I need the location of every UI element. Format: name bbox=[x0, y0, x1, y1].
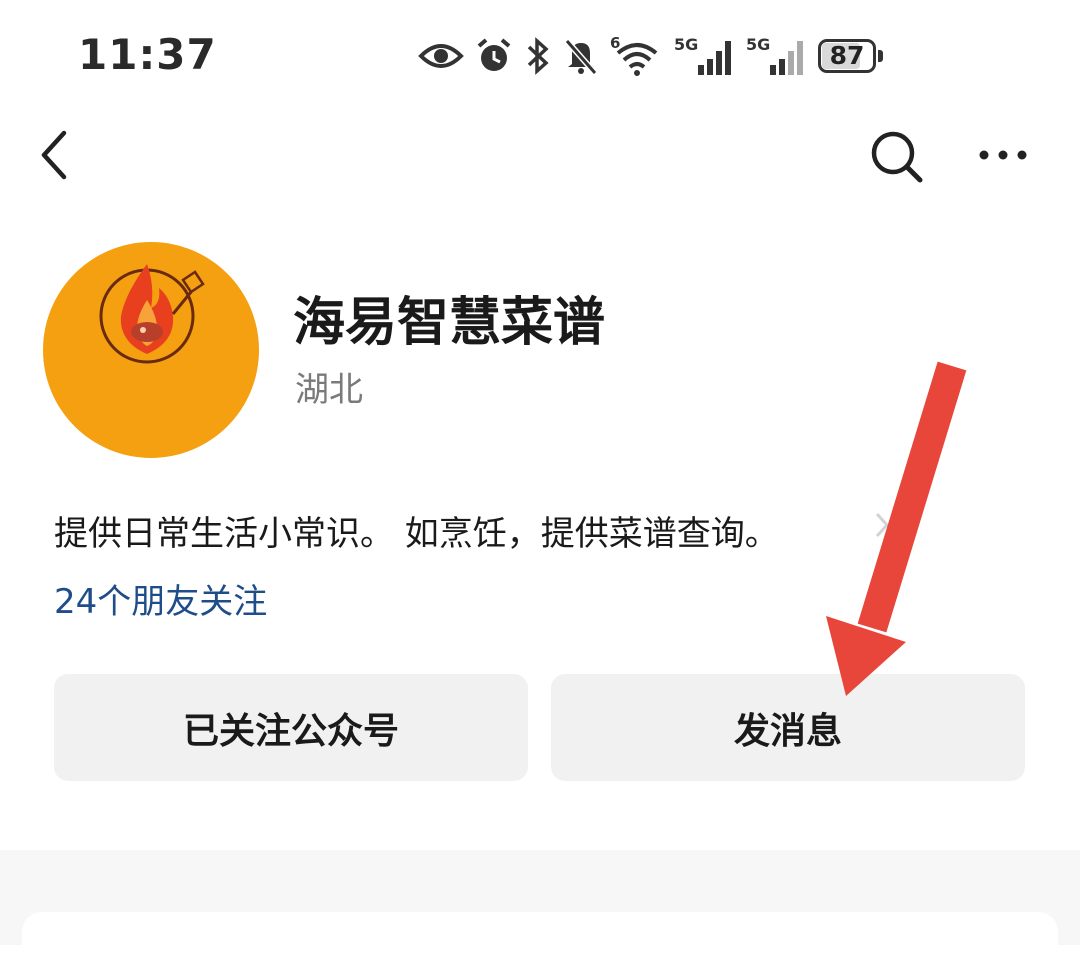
account-description[interactable]: 提供日常生活小常识。 如烹饪，提供菜谱查询。 bbox=[54, 506, 779, 555]
search-button[interactable] bbox=[862, 122, 932, 192]
alarm-icon bbox=[477, 38, 511, 71]
wifi-badge: 6 bbox=[610, 35, 620, 52]
more-dots-icon bbox=[979, 150, 1027, 160]
flame-logo-icon bbox=[99, 264, 205, 364]
network-label: 5G bbox=[674, 35, 698, 54]
signal-5g-icon: 5G bbox=[746, 35, 803, 75]
friends-following-link[interactable]: 24个朋友关注 bbox=[54, 574, 267, 623]
account-region: 湖北 bbox=[295, 370, 363, 410]
battery-indicator: 87 bbox=[818, 39, 884, 73]
chevron-right-icon bbox=[875, 512, 890, 538]
back-button[interactable] bbox=[30, 125, 90, 185]
wifi-icon: 6 bbox=[610, 35, 658, 76]
network-label: 5G bbox=[746, 35, 770, 54]
account-name: 海易智慧菜谱 bbox=[293, 293, 606, 353]
content-card bbox=[22, 912, 1058, 972]
search-icon bbox=[871, 131, 923, 183]
content-section bbox=[0, 850, 1080, 972]
eye-icon bbox=[418, 44, 464, 68]
account-avatar[interactable] bbox=[43, 242, 259, 458]
mute-bell-icon bbox=[564, 39, 598, 75]
status-time: 11:37 bbox=[78, 30, 217, 79]
followed-account-button[interactable]: 已关注公众号 bbox=[54, 674, 528, 781]
chevron-left-icon bbox=[41, 130, 67, 180]
battery-tip bbox=[878, 50, 883, 62]
status-icons: 6 5G 5G 87 bbox=[418, 32, 884, 80]
battery-level: 87 bbox=[829, 41, 865, 70]
more-options-button[interactable] bbox=[970, 125, 1040, 185]
status-bar: 11:37 6 5G 5G 87 bbox=[0, 0, 1080, 110]
bluetooth-icon bbox=[527, 37, 549, 75]
signal-5g-icon: 5G bbox=[674, 35, 731, 75]
send-message-button[interactable]: 发消息 bbox=[551, 674, 1025, 781]
